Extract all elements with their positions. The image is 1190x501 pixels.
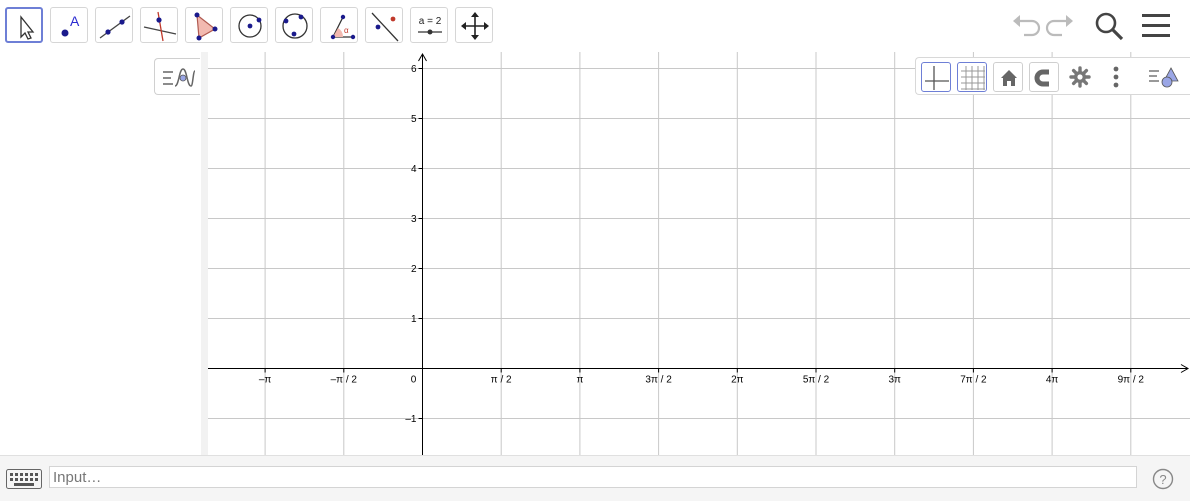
- line-tool-button[interactable]: [95, 7, 133, 43]
- home-icon: [1001, 70, 1017, 86]
- show-grid-button[interactable]: [957, 62, 987, 92]
- svg-text:?: ?: [1159, 472, 1166, 487]
- point-tool-button[interactable]: A: [50, 7, 88, 43]
- algebra-input-field[interactable]: Input…: [49, 466, 1137, 488]
- x-tick-label: π: [576, 375, 583, 386]
- y-tick-label: 2: [411, 264, 417, 275]
- more-options-button[interactable]: [1101, 62, 1131, 92]
- algebra-view[interactable]: [0, 52, 202, 455]
- x-tick-label: –π / 2: [331, 375, 358, 386]
- angle-tool-button[interactable]: α: [320, 7, 358, 43]
- y-tick-label: 4: [411, 164, 417, 175]
- x-tick-label: 2π: [731, 375, 744, 386]
- search-icon[interactable]: [1092, 9, 1126, 43]
- standard-view-button[interactable]: [993, 62, 1023, 92]
- graphics-view[interactable]: –π –π / 2 0 π / 2 π 3π / 2 2π 5π / 2 3π 7π / 2 4π 9…: [208, 52, 1190, 455]
- axes-icon: [925, 66, 949, 90]
- polygon-tool-button[interactable]: [185, 7, 223, 43]
- x-tick-label: 3π / 2: [645, 375, 672, 386]
- circle-three-points-tool-button[interactable]: [275, 7, 313, 43]
- angle-icon: α: [330, 14, 356, 40]
- style-bar-toggle-button[interactable]: [1145, 62, 1179, 92]
- svg-text:A: A: [70, 13, 80, 29]
- x-tick-label: –π: [259, 375, 272, 386]
- main-menu-icon[interactable]: [1140, 9, 1172, 43]
- toolbar: A α a = 2: [0, 0, 1190, 52]
- x-tick-label: 0: [411, 375, 417, 386]
- slider-label: a = 2: [419, 16, 442, 27]
- svg-text:α: α: [344, 26, 349, 35]
- point-capturing-button[interactable]: [1029, 62, 1059, 92]
- y-tick-label: 1: [411, 314, 417, 325]
- y-tick-label: 5: [411, 114, 417, 125]
- circle-center-tool-button[interactable]: [230, 7, 268, 43]
- graphics-settings-button[interactable]: [1065, 62, 1095, 92]
- graphics-canvas[interactable]: –π –π / 2 0 π / 2 π 3π / 2 2π 5π / 2 3π 7π / 2 4π 9…: [208, 52, 1190, 455]
- x-tick-label: 9π / 2: [1118, 375, 1145, 386]
- gear-icon: [1069, 66, 1091, 88]
- more-vertical-icon: [1113, 66, 1119, 88]
- perpendicular-line-icon: [143, 11, 177, 42]
- help-icon[interactable]: ?: [1152, 468, 1174, 490]
- y-tick-label: –1: [405, 414, 417, 425]
- x-tick-label: 5π / 2: [803, 375, 830, 386]
- algebra-view-toggle-button[interactable]: [154, 58, 200, 95]
- keyboard-icon[interactable]: [6, 469, 42, 489]
- circle-three-points-icon: [282, 13, 308, 39]
- x-tick-label: 7π / 2: [960, 375, 987, 386]
- perpendicular-line-tool-button[interactable]: [140, 7, 178, 43]
- view-splitter[interactable]: [201, 52, 208, 455]
- magnet-icon: [1034, 69, 1054, 87]
- input-bar: Input… ?: [0, 455, 1190, 501]
- reflect-tool-button[interactable]: [365, 7, 403, 43]
- show-axes-button[interactable]: [921, 62, 951, 92]
- x-tick-label: 4π: [1046, 375, 1059, 386]
- slider-icon: a = 2: [418, 16, 442, 35]
- slider-tool-button[interactable]: a = 2: [410, 7, 448, 43]
- line-icon: [99, 15, 131, 39]
- polygon-icon: [194, 12, 218, 41]
- style-bar-icon: [1149, 67, 1179, 88]
- move-tool-button[interactable]: [5, 7, 43, 43]
- move-graphics-view-tool-button[interactable]: [455, 7, 493, 43]
- circle-center-icon: [238, 14, 262, 38]
- reflect-icon: [371, 12, 399, 42]
- undo-icon[interactable]: [1008, 9, 1042, 43]
- graphics-style-bar: [915, 57, 1190, 95]
- grid-icon: [961, 66, 985, 90]
- point-icon: A: [61, 13, 80, 37]
- x-tick-label: π / 2: [491, 375, 512, 386]
- arrow-cursor-icon: [20, 15, 35, 40]
- y-tick-label: 6: [411, 64, 417, 75]
- y-tick-label: 3: [411, 214, 417, 225]
- move-arrows-icon: [461, 12, 489, 40]
- redo-icon[interactable]: [1044, 9, 1078, 43]
- x-tick-label: 3π: [888, 375, 901, 386]
- algebra-graph-icon: [163, 68, 196, 87]
